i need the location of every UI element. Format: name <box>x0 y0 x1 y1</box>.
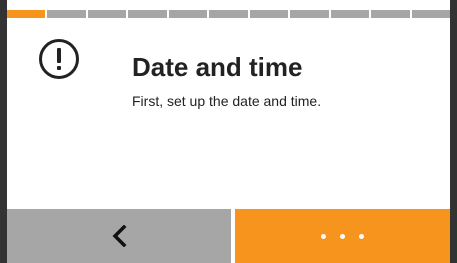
ellipsis-icon <box>321 233 364 239</box>
step-progress-bar <box>7 10 450 18</box>
progress-segment <box>7 10 46 18</box>
progress-segment <box>330 10 370 18</box>
progress-segment <box>249 10 289 18</box>
progress-segment <box>87 10 127 18</box>
chevron-left-icon <box>112 225 127 247</box>
exclamation-circle-icon <box>38 38 80 80</box>
back-button[interactable] <box>7 209 231 263</box>
progress-segment <box>209 10 248 18</box>
more-options-button[interactable] <box>235 209 450 263</box>
progress-segment <box>128 10 167 18</box>
page-title: Date and time <box>132 52 303 82</box>
progress-segment <box>371 10 410 18</box>
progress-segment <box>290 10 329 18</box>
page-message: First, set up the date and time. <box>132 93 322 109</box>
progress-segment <box>168 10 208 18</box>
progress-segment <box>47 10 86 18</box>
progress-segment <box>411 10 450 18</box>
